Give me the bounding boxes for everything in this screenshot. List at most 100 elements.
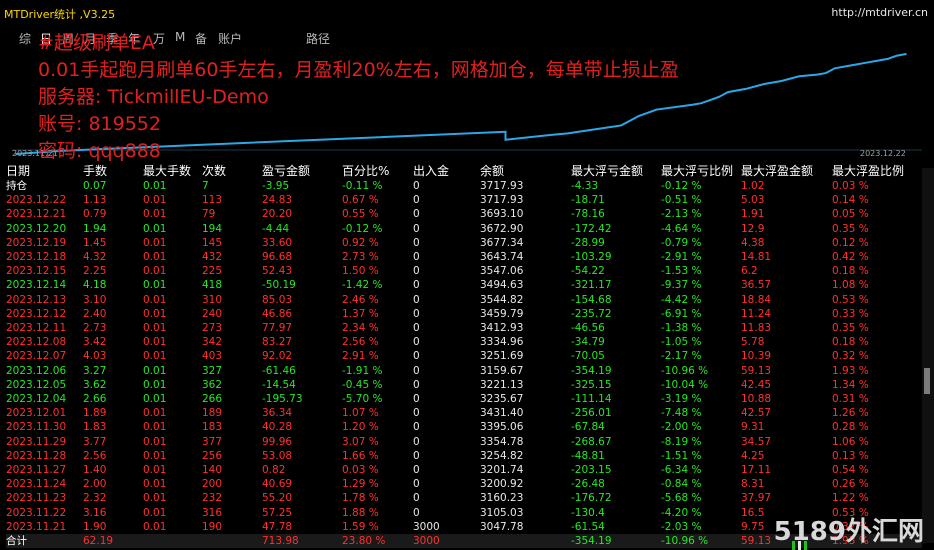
table-row[interactable]: 2023.12.12 2.40 0.01 240 46.86 1.37 % 0 3459.79… — [6, 307, 922, 321]
table-cell: 0 — [413, 364, 420, 377]
table-cell: -10.96 % — [661, 364, 709, 377]
table-cell: -4.44 — [262, 222, 290, 235]
table-cell: 2023.12.22 — [6, 194, 67, 207]
table-cell: 0 — [413, 478, 420, 491]
header-profit[interactable]: 盈亏金额 — [262, 163, 342, 179]
header-count[interactable]: 次数 — [202, 163, 262, 179]
table-row[interactable]: 2023.12.18 4.32 0.01 432 96.68 2.73 % 0 3643.74… — [6, 250, 922, 264]
table-cell: 0 — [413, 322, 420, 335]
header-max-float-profit-pct[interactable]: 最大浮盈比例 — [832, 163, 922, 179]
header-max-float-loss[interactable]: 最大浮亏金额 — [571, 163, 661, 179]
table-cell: 2023.11.28 — [6, 449, 67, 462]
table-cell: -176.72 — [571, 492, 612, 505]
table-cell: 0 — [413, 265, 420, 278]
holding-row[interactable]: 持仓 0.07 0.01 7 -3.95 -0.11 % 0 3717.93 -4.33 -0.1… — [6, 179, 922, 193]
table-row[interactable]: 2023.12.01 1.89 0.01 189 36.34 1.07 % 0 3431.40… — [6, 406, 922, 420]
equity-point — [762, 83, 765, 85]
table-cell: -1.05 % — [661, 336, 702, 349]
table-cell: 3693.10 — [480, 208, 524, 221]
table-cell: 1.88 % — [342, 506, 379, 519]
table-cell: -0.45 % — [342, 378, 383, 391]
table-cell: -70.05 — [571, 350, 605, 363]
table-row[interactable]: 2023.11.23 2.32 0.01 232 55.20 1.78 % 0 3160.23… — [6, 491, 922, 505]
table-cell: -61.54 — [571, 520, 605, 533]
table-row[interactable]: 2023.12.19 1.45 0.01 145 33.60 0.92 % 0 3677.34… — [6, 236, 922, 250]
vertical-scrollbar[interactable] — [922, 168, 934, 543]
window-title: MTDriver统计 ,V3.25 — [4, 8, 116, 21]
header-max-float-loss-pct[interactable]: 最大浮亏比例 — [661, 163, 741, 179]
table-row[interactable]: 2023.12.07 4.03 0.01 403 92.02 2.91 % 0 3251.69… — [6, 349, 922, 363]
table-cell: 0 — [413, 506, 420, 519]
table-cell: 62.19 — [83, 534, 143, 549]
header-balance[interactable]: 余额 — [480, 163, 571, 179]
table-cell: -6.34 % — [661, 464, 702, 477]
table-cell: 96.68 — [262, 251, 293, 264]
table-row[interactable]: 2023.12.20 1.94 0.01 194 -4.44 -0.12 % 0 3672.9… — [6, 222, 922, 236]
scrollbar-thumb[interactable] — [924, 368, 930, 394]
equity-point — [905, 53, 907, 55]
header-lots[interactable]: 手数 — [83, 163, 143, 179]
table-row[interactable]: 2023.11.24 2.00 0.01 200 40.69 1.29 % 0 3200.92… — [6, 477, 922, 491]
table-cell: 14.81 — [741, 251, 772, 264]
table-cell: 1.20 % — [342, 421, 379, 434]
table-cell: 377 — [202, 435, 223, 448]
header-date[interactable]: 日期 — [6, 163, 83, 179]
website-link[interactable]: http://mtdriver.cn — [831, 6, 928, 19]
table-row[interactable]: 2023.12.06 3.27 0.01 327 -61.46 -1.91 % 0 3159.… — [6, 364, 922, 378]
table-cell: 0.01 — [143, 506, 167, 519]
table-cell: -1.42 % — [342, 279, 383, 292]
table-row[interactable]: 2023.12.14 4.18 0.01 418 -50.19 -1.42 % 0 3494.… — [6, 278, 922, 292]
table-row[interactable]: 2023.12.04 2.66 0.01 266 -195.73 -5.70 % 0 3235… — [6, 392, 922, 406]
table-row[interactable]: 2023.11.27 1.40 0.01 140 0.82 0.03 % 0 3201.74 -… — [6, 463, 922, 477]
table-cell: -1.91 % — [342, 364, 383, 377]
table-row[interactable]: 2023.12.21 0.79 0.01 79 20.20 0.55 % 0 3693.10 -… — [6, 207, 922, 221]
table-cell: 36.34 — [262, 407, 293, 420]
overlay-password: 密码: qqq888 — [38, 140, 161, 162]
table-cell: 2023.12.07 — [6, 350, 67, 363]
table-cell: 0.01 — [143, 236, 167, 249]
table-row[interactable]: 2023.12.08 3.42 0.01 342 83.27 2.56 % 0 3334.96… — [6, 335, 922, 349]
table-row[interactable]: 2023.12.05 3.62 0.01 362 -14.54 -0.45 % 0 3221.… — [6, 378, 922, 392]
table-cell: 1.08 % — [832, 279, 869, 292]
table-cell: 1.40 — [83, 464, 107, 477]
header-percent[interactable]: 百分比% — [342, 163, 413, 179]
table-cell: 2023.12.20 — [6, 222, 67, 235]
table-row[interactable]: 2023.12.11 2.73 0.01 273 77.97 2.34 % 0 3412.93… — [6, 321, 922, 335]
equity-point — [887, 57, 889, 60]
table-cell: -4.20 % — [661, 506, 702, 519]
table-cell: 0 — [413, 336, 420, 349]
table-row[interactable]: 2023.11.29 3.77 0.01 377 99.96 3.07 % 0 3354.78… — [6, 435, 922, 449]
header-max-float-profit[interactable]: 最大浮盈金额 — [741, 163, 832, 179]
table-cell: 273 — [202, 322, 223, 335]
table-cell: 2.46 % — [342, 293, 379, 306]
table-cell: -203.15 — [571, 464, 612, 477]
table-cell: 0.01 — [143, 222, 167, 235]
table-cell: 0 — [413, 208, 420, 221]
table-row[interactable]: 2023.11.28 2.56 0.01 256 53.08 1.66 % 0 3254.82… — [6, 449, 922, 463]
table-cell: 3159.67 — [480, 364, 524, 377]
table-cell: 0.42 % — [832, 251, 869, 264]
table-cell: -10.96 % — [661, 534, 741, 549]
table-cell: 2023.12.05 — [6, 378, 67, 391]
table-cell: -321.17 — [571, 279, 612, 292]
equity-point — [798, 75, 800, 78]
equity-point — [869, 61, 872, 63]
table-cell: 3221.13 — [480, 378, 524, 391]
table-cell: 713.98 — [262, 534, 342, 549]
table-cell — [143, 534, 202, 549]
table-cell: 3459.79 — [480, 307, 524, 320]
table-cell: 0 — [413, 222, 420, 235]
table-cell: 1.13 — [83, 194, 107, 207]
table-row[interactable]: 2023.11.30 1.83 0.01 183 40.28 1.20 % 0 3395.06… — [6, 420, 922, 434]
table-cell: 2.91 % — [342, 350, 379, 363]
header-deposit[interactable]: 出入金 — [413, 163, 480, 179]
table-row[interactable]: 2023.12.15 2.25 0.01 225 52.43 1.50 % 0 3547.06… — [6, 264, 922, 278]
header-max-lots[interactable]: 最大手数 — [143, 163, 202, 179]
table-row[interactable]: 2023.12.22 1.13 0.01 113 24.83 0.67 % 0 3717.93… — [6, 193, 922, 207]
table-cell: 8.31 — [741, 478, 765, 491]
table-cell: 0.53 % — [832, 293, 869, 306]
table-cell: 183 — [202, 421, 223, 434]
table-row[interactable]: 2023.12.13 3.10 0.01 310 85.03 2.46 % 0 3544.82… — [6, 293, 922, 307]
table-cell: 持仓 — [6, 180, 27, 192]
table-cell: 0.33 % — [832, 307, 869, 320]
